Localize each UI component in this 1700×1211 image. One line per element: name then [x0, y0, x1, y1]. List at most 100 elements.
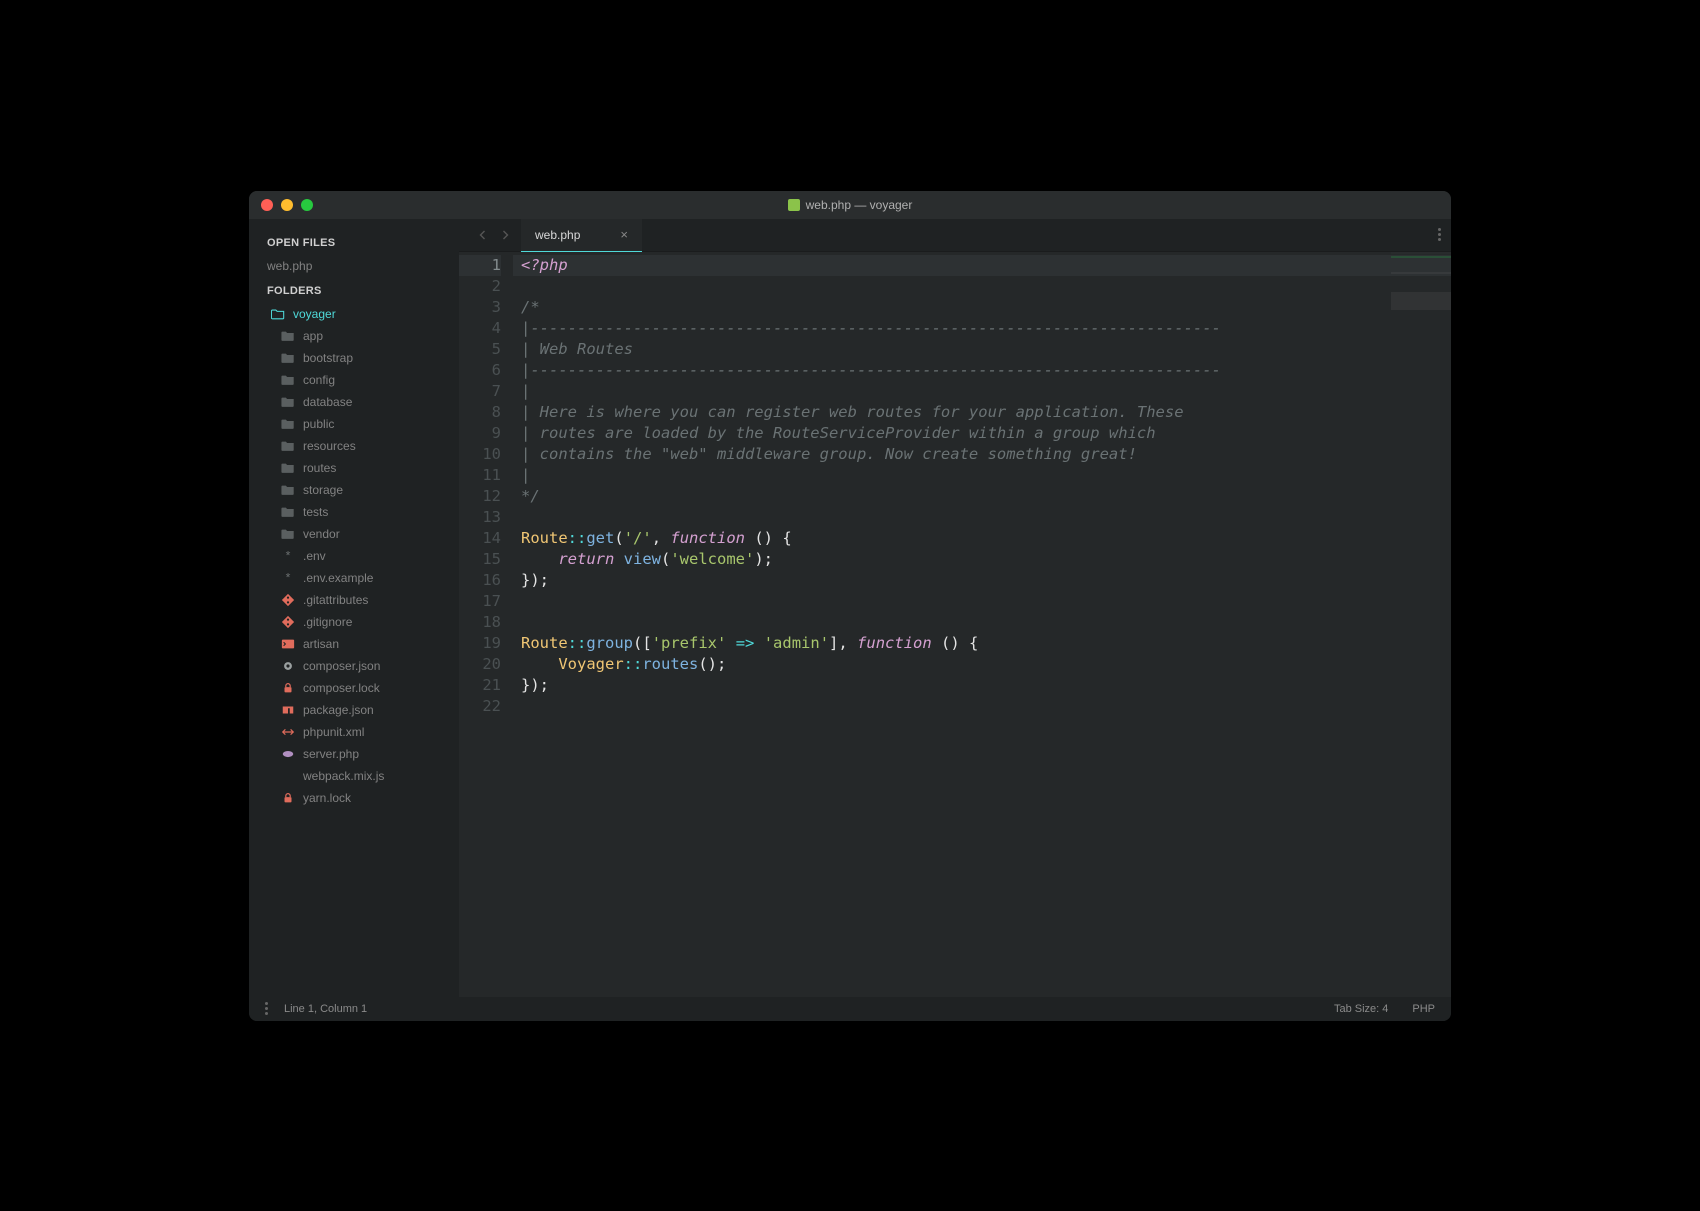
php-icon: [281, 747, 295, 761]
sidebar-folder[interactable]: tests: [249, 501, 459, 523]
sidebar-folder[interactable]: public: [249, 413, 459, 435]
code-viewport[interactable]: 12345678910111213141516171819202122 <?ph…: [459, 252, 1451, 997]
sidebar-file[interactable]: .gitattributes: [249, 589, 459, 611]
status-tab-size[interactable]: Tab Size: 4: [1334, 1003, 1388, 1015]
sidebar-folder-label: public: [303, 417, 334, 431]
code-line[interactable]: |: [513, 381, 1451, 402]
code-line[interactable]: <?php: [513, 255, 1451, 276]
main-area: OPEN FILES web.php FOLDERS voyager appbo…: [249, 219, 1451, 997]
tab-label: web.php: [535, 228, 580, 242]
sidebar-file-label: .gitattributes: [303, 593, 368, 607]
code-line[interactable]: |: [513, 465, 1451, 486]
code-line[interactable]: [513, 507, 1451, 528]
sidebar-file[interactable]: yarn.lock: [249, 787, 459, 809]
sidebar-folder[interactable]: database: [249, 391, 459, 413]
code-line[interactable]: | Web Routes: [513, 339, 1451, 360]
code-line[interactable]: });: [513, 675, 1451, 696]
sidebar-file[interactable]: package.json: [249, 699, 459, 721]
sidebar-file-label: composer.lock: [303, 681, 380, 695]
code-line[interactable]: Route::group(['prefix' => 'admin'], func…: [513, 633, 1451, 654]
sidebar-folder[interactable]: config: [249, 369, 459, 391]
code-line[interactable]: Voyager::routes();: [513, 654, 1451, 675]
lock-icon: [281, 681, 295, 695]
code-line[interactable]: | Here is where you can register web rou…: [513, 402, 1451, 423]
sidebar-folder[interactable]: vendor: [249, 523, 459, 545]
code-content[interactable]: 12345678910111213141516171819202122 <?ph…: [459, 252, 1451, 717]
sidebar-folder[interactable]: resources: [249, 435, 459, 457]
sidebar-file-label: composer.json: [303, 659, 380, 673]
git-icon: [281, 593, 295, 607]
folder-icon: [281, 417, 295, 431]
sidebar-file-label: yarn.lock: [303, 791, 351, 805]
lock-icon: [281, 791, 295, 805]
folder-icon: [281, 395, 295, 409]
status-cursor-position[interactable]: Line 1, Column 1: [284, 1003, 367, 1015]
sidebar-file-label: .gitignore: [303, 615, 352, 629]
sidebar-open-file[interactable]: web.php: [249, 255, 459, 277]
folder-icon: [281, 505, 295, 519]
sidebar-file[interactable]: composer.lock: [249, 677, 459, 699]
code-line[interactable]: /*: [513, 297, 1451, 318]
folder-open-icon: [271, 307, 285, 321]
sidebar-file-label: .env.example: [303, 571, 373, 585]
sidebar-file[interactable]: .gitignore: [249, 611, 459, 633]
code-line[interactable]: Route::get('/', function () {: [513, 528, 1451, 549]
status-menu-icon[interactable]: [265, 1002, 268, 1015]
sidebar-folder-label: routes: [303, 461, 336, 475]
sidebar-file[interactable]: composer.json: [249, 655, 459, 677]
sidebar-folder[interactable]: routes: [249, 457, 459, 479]
sidebar-folder[interactable]: storage: [249, 479, 459, 501]
code-line[interactable]: });: [513, 570, 1451, 591]
sidebar-file[interactable]: webpack.mix.js: [249, 765, 459, 787]
code-line[interactable]: return view('welcome');: [513, 549, 1451, 570]
asterisk-icon: *: [281, 549, 295, 563]
folder-icon: [281, 461, 295, 475]
code-line[interactable]: |---------------------------------------…: [513, 360, 1451, 381]
git-icon: [281, 615, 295, 629]
code-line[interactable]: [513, 276, 1451, 297]
nav-buttons: [467, 219, 521, 251]
sidebar-file[interactable]: phpunit.xml: [249, 721, 459, 743]
code-line[interactable]: [513, 696, 1451, 717]
sidebar-folder-label: resources: [303, 439, 356, 453]
sidebar-file-label: webpack.mix.js: [303, 769, 384, 783]
code-line[interactable]: [513, 591, 1451, 612]
sidebar-folder-label: database: [303, 395, 352, 409]
sidebar-root-label: voyager: [293, 307, 336, 321]
sidebar-folder-root[interactable]: voyager: [249, 303, 459, 325]
folder-icon: [281, 483, 295, 497]
status-language[interactable]: PHP: [1412, 1003, 1435, 1015]
tab-bar[interactable]: web.php ×: [459, 219, 1451, 252]
sidebar-folder-label: vendor: [303, 527, 340, 541]
sidebar-file[interactable]: *.env.example: [249, 567, 459, 589]
svg-text:*: *: [286, 549, 291, 563]
sidebar-file[interactable]: server.php: [249, 743, 459, 765]
npm-icon: [281, 703, 295, 717]
tab-close-icon[interactable]: ×: [620, 227, 628, 242]
code-line[interactable]: [513, 612, 1451, 633]
sidebar-file[interactable]: artisan: [249, 633, 459, 655]
sidebar-folder[interactable]: app: [249, 325, 459, 347]
sidebar-folder[interactable]: bootstrap: [249, 347, 459, 369]
nav-back-button[interactable]: [473, 225, 493, 245]
sidebar-file-label: phpunit.xml: [303, 725, 364, 739]
folder-icon: [281, 439, 295, 453]
xml-icon: [281, 725, 295, 739]
nav-forward-button[interactable]: [495, 225, 515, 245]
sidebar-file-label: server.php: [303, 747, 359, 761]
sidebar-file-label: .env: [303, 549, 326, 563]
sidebar-file[interactable]: * .env: [249, 545, 459, 567]
code-line[interactable]: | routes are loaded by the RouteServiceP…: [513, 423, 1451, 444]
source-lines[interactable]: <?php/*|--------------------------------…: [513, 252, 1451, 717]
code-line[interactable]: */: [513, 486, 1451, 507]
tab-active[interactable]: web.php ×: [521, 219, 642, 252]
terminal-icon: [281, 637, 295, 651]
titlebar[interactable]: web.php — voyager: [249, 191, 1451, 219]
code-line[interactable]: |---------------------------------------…: [513, 318, 1451, 339]
sidebar[interactable]: OPEN FILES web.php FOLDERS voyager appbo…: [249, 219, 459, 997]
editor-area: web.php × 123456789101112131415161718192…: [459, 219, 1451, 997]
status-bar[interactable]: Line 1, Column 1 Tab Size: 4 PHP: [249, 997, 1451, 1021]
tab-overflow-button[interactable]: [1438, 219, 1451, 251]
code-line[interactable]: | contains the "web" middleware group. N…: [513, 444, 1451, 465]
sidebar-folder-label: tests: [303, 505, 328, 519]
